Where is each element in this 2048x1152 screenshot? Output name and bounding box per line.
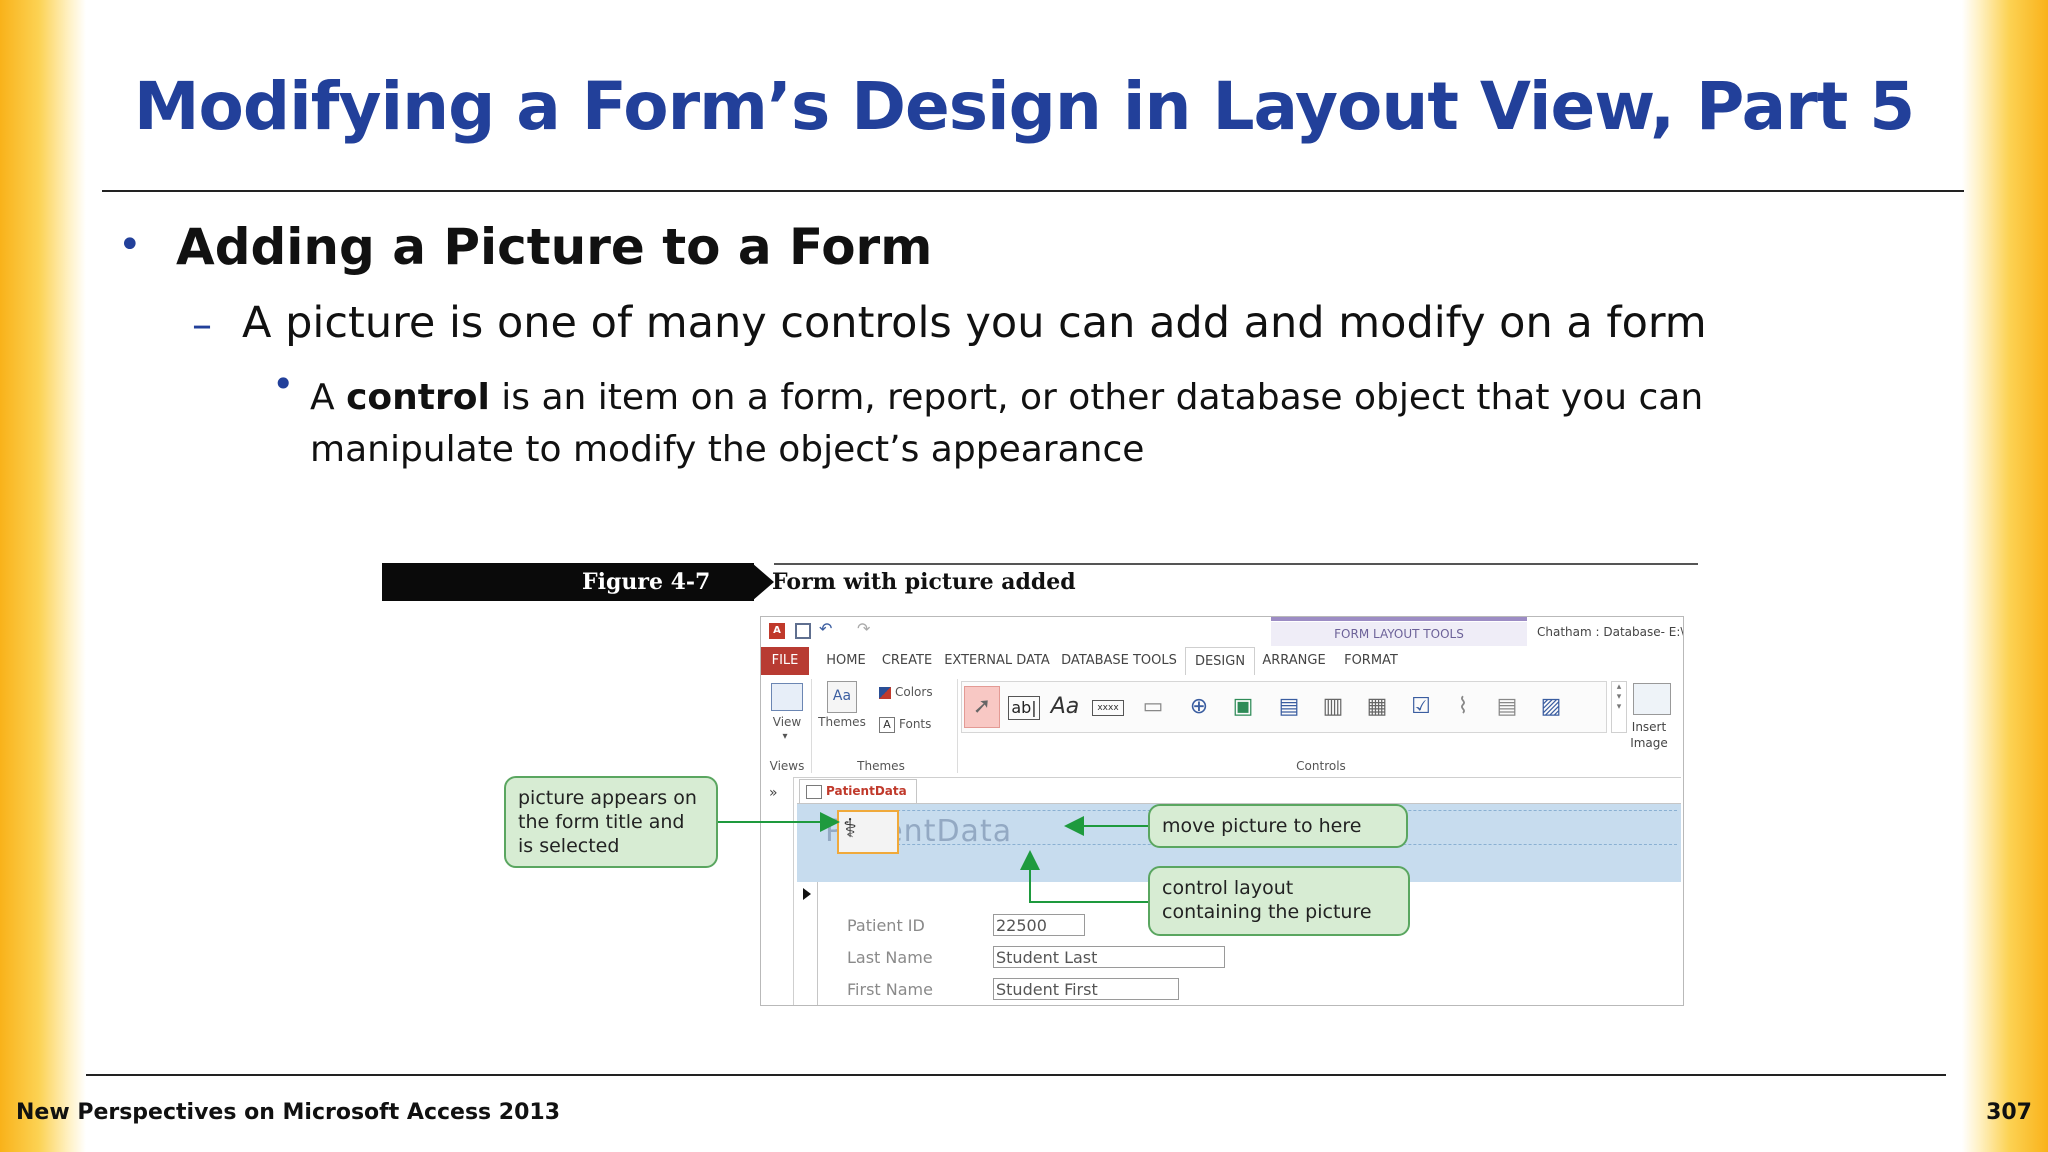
footer-book-title: New Perspectives on Microsoft Access 201…: [16, 1100, 561, 1125]
bullet-dash: –: [192, 302, 212, 348]
bullet3-suffix: is an item on a form, report, or other d…: [310, 377, 1704, 470]
callout-picture-selected: picture appears on the form title and is…: [504, 776, 718, 868]
callout-move-picture: move picture to here: [1148, 804, 1408, 848]
bullet-level3: A control is an item on a form, report, …: [310, 372, 1910, 476]
title-divider: [102, 190, 1964, 192]
bullet-dot-small: •: [272, 362, 295, 406]
bullet-dot: •: [118, 222, 142, 268]
callout-control-layout: control layout containing the picture: [1148, 866, 1410, 936]
arrow-to-control-layout: [1020, 850, 1148, 903]
figure: Figure 4-7 Form with picture added A ↶ ↷…: [382, 560, 1702, 1010]
left-gradient-border: [0, 0, 86, 1152]
bullet3-keyword: control: [346, 377, 490, 418]
slide-title: Modifying a Form’s Design in Layout View…: [133, 68, 1915, 145]
right-gradient-border: [1962, 0, 2048, 1152]
footer-divider: [86, 1074, 1946, 1076]
page-number: 307: [1986, 1100, 2032, 1125]
bullet3-prefix: A: [310, 377, 347, 418]
bullet-level2: A picture is one of many controls you ca…: [242, 298, 1707, 348]
bullet-level1: Adding a Picture to a Form: [176, 218, 933, 276]
